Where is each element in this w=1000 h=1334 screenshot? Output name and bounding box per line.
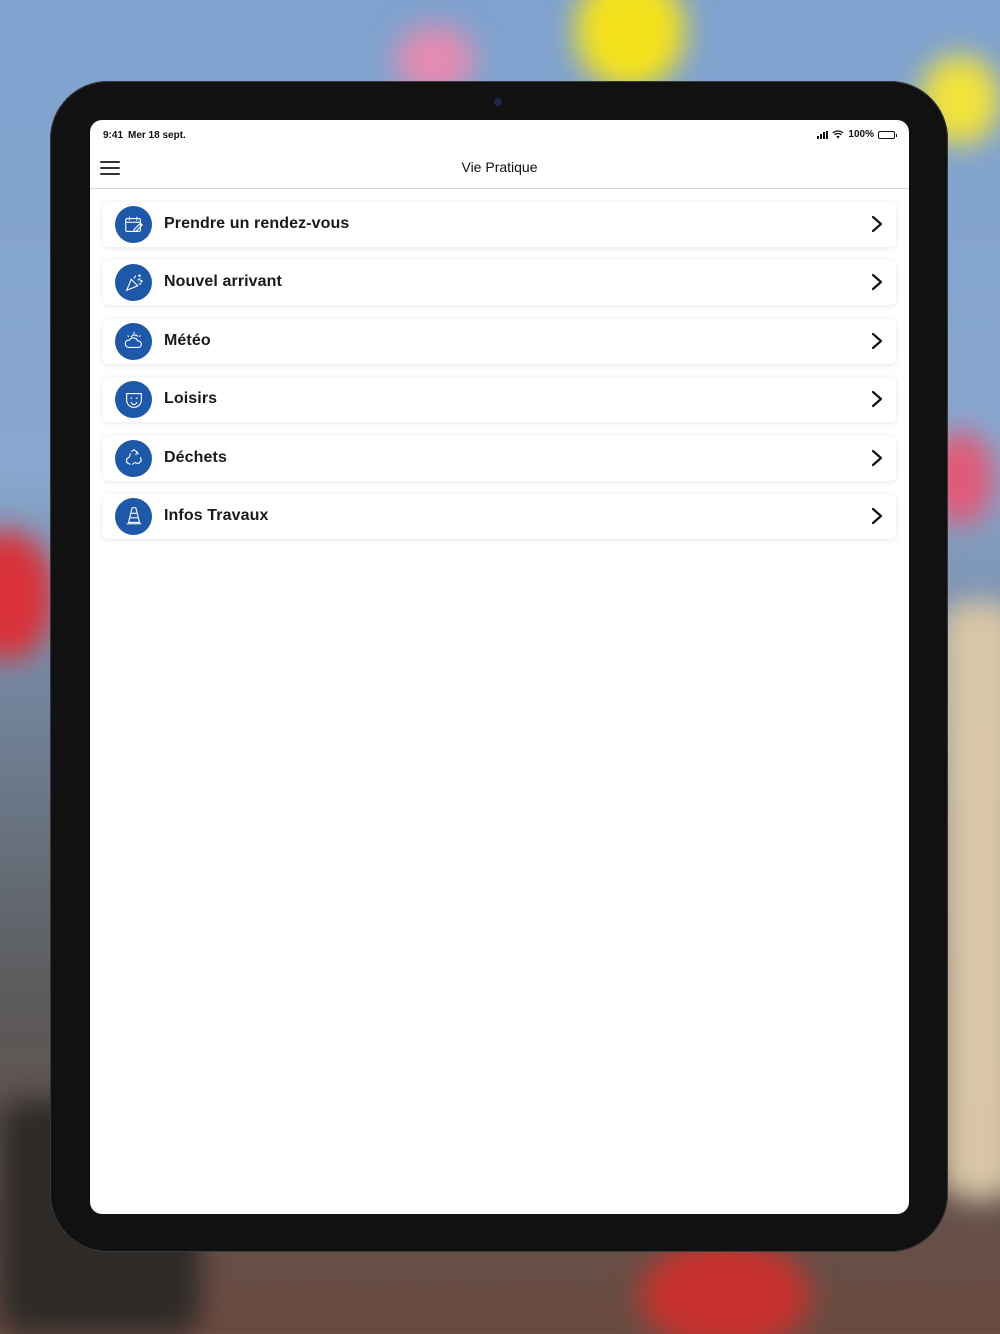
wifi-icon xyxy=(832,130,844,139)
camera-icon xyxy=(494,98,502,106)
calendar-edit-icon xyxy=(115,206,152,243)
recycle-icon xyxy=(115,439,152,477)
page-title: Vie Pratique xyxy=(461,159,538,175)
menu-item-rendez-vous[interactable]: Prendre un rendez-vous xyxy=(103,202,896,247)
menu-item-label: Infos Travaux xyxy=(164,506,269,524)
traffic-cone-icon xyxy=(115,497,152,535)
sun-cloud-icon xyxy=(115,322,152,360)
menu-item-label: Loisirs xyxy=(164,390,218,408)
backdrop-balloon xyxy=(0,530,55,660)
menu-item-label: Nouvel arrivant xyxy=(164,273,282,291)
tablet-frame: 9:41 Mer 18 sept. 100% Vie Pratique Pren… xyxy=(50,81,948,1252)
status-indicators: 100% xyxy=(817,129,897,140)
chevron-right-icon xyxy=(871,449,883,466)
menu-item-label: Météo xyxy=(164,331,211,349)
theater-masks-icon xyxy=(115,381,152,419)
party-popper-icon xyxy=(115,264,152,302)
chevron-right-icon xyxy=(871,215,883,233)
battery-icon xyxy=(878,130,897,139)
status-date: Mer 18 sept. xyxy=(128,130,186,141)
menu-item-label: Déchets xyxy=(164,448,227,466)
status-time: 9:41 xyxy=(103,130,124,141)
menu-item-nouvel-arrivant[interactable]: Nouvel arrivant xyxy=(103,260,896,306)
menu-item-meteo[interactable]: Météo xyxy=(103,318,896,364)
chevron-right-icon xyxy=(871,507,883,525)
menu-item-loisirs[interactable]: Loisirs xyxy=(103,377,896,423)
chevron-right-icon xyxy=(871,391,883,408)
battery-percent: 100% xyxy=(848,129,874,140)
status-bar: 9:41 Mer 18 sept. 100% xyxy=(90,120,909,150)
chevron-right-icon xyxy=(871,332,883,349)
backdrop-building xyxy=(940,600,1000,1200)
backdrop-balloon xyxy=(575,0,685,90)
menu-item-label: Prendre un rendez-vous xyxy=(164,215,350,232)
backdrop-balloon xyxy=(640,1240,810,1334)
signal-icon xyxy=(817,130,829,139)
menu-list: Prendre un rendez-vous Nouvel arrivant M… xyxy=(103,202,896,552)
menu-item-dechets[interactable]: Déchets xyxy=(103,435,896,481)
nav-bar: Vie Pratique xyxy=(90,150,909,189)
menu-item-infos-travaux[interactable]: Infos Travaux xyxy=(103,493,896,539)
app-screen: 9:41 Mer 18 sept. 100% Vie Pratique Pren… xyxy=(90,120,909,1214)
chevron-right-icon xyxy=(871,274,883,291)
